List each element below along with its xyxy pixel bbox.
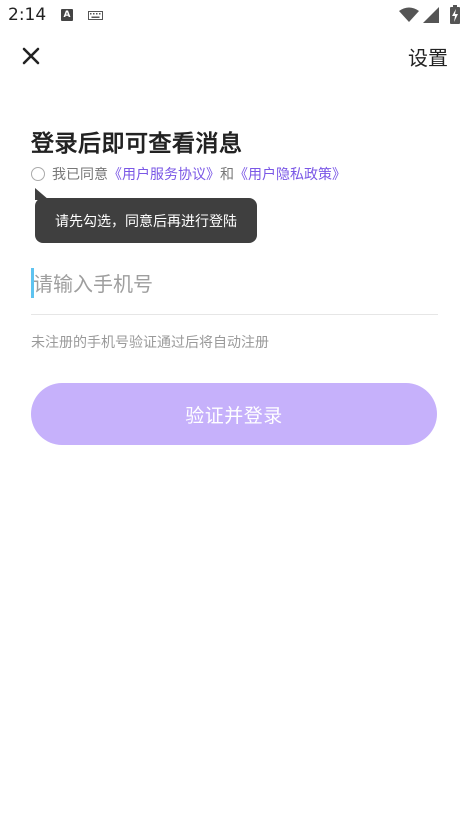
signal-icon [423, 7, 439, 23]
user-agreement-link[interactable]: 《用户服务协议》 [108, 164, 220, 184]
verify-login-button[interactable]: 验证并登录 [31, 383, 437, 445]
status-bar: 2:14 A [0, 0, 468, 32]
settings-button[interactable]: 设置 [408, 42, 448, 71]
input-divider [31, 314, 438, 315]
register-hint: 未注册的手机号验证通过后将自动注册 [31, 335, 269, 351]
status-time: 2:14 [8, 5, 47, 25]
keyboard-icon [88, 11, 103, 20]
page-title: 登录后即可查看消息 [31, 131, 243, 157]
wifi-icon [399, 7, 419, 22]
battery-icon [450, 5, 460, 24]
privacy-policy-link[interactable]: 《用户隐私政策》 [234, 164, 346, 184]
phone-input[interactable] [31, 265, 437, 303]
agree-checkbox[interactable] [31, 167, 45, 181]
agreement-conjunction: 和 [220, 167, 234, 183]
close-button[interactable] [14, 39, 48, 73]
agreement-tooltip: 请先勾选，同意后再进行登陆 [35, 198, 257, 243]
agreement-row: 我已同意 《用户服务协议》 和 《用户隐私政策》 [31, 164, 346, 184]
close-icon [22, 47, 40, 65]
input-cursor [31, 268, 34, 298]
agreement-prefix: 我已同意 [52, 167, 108, 183]
a-indicator-icon: A [61, 9, 73, 21]
